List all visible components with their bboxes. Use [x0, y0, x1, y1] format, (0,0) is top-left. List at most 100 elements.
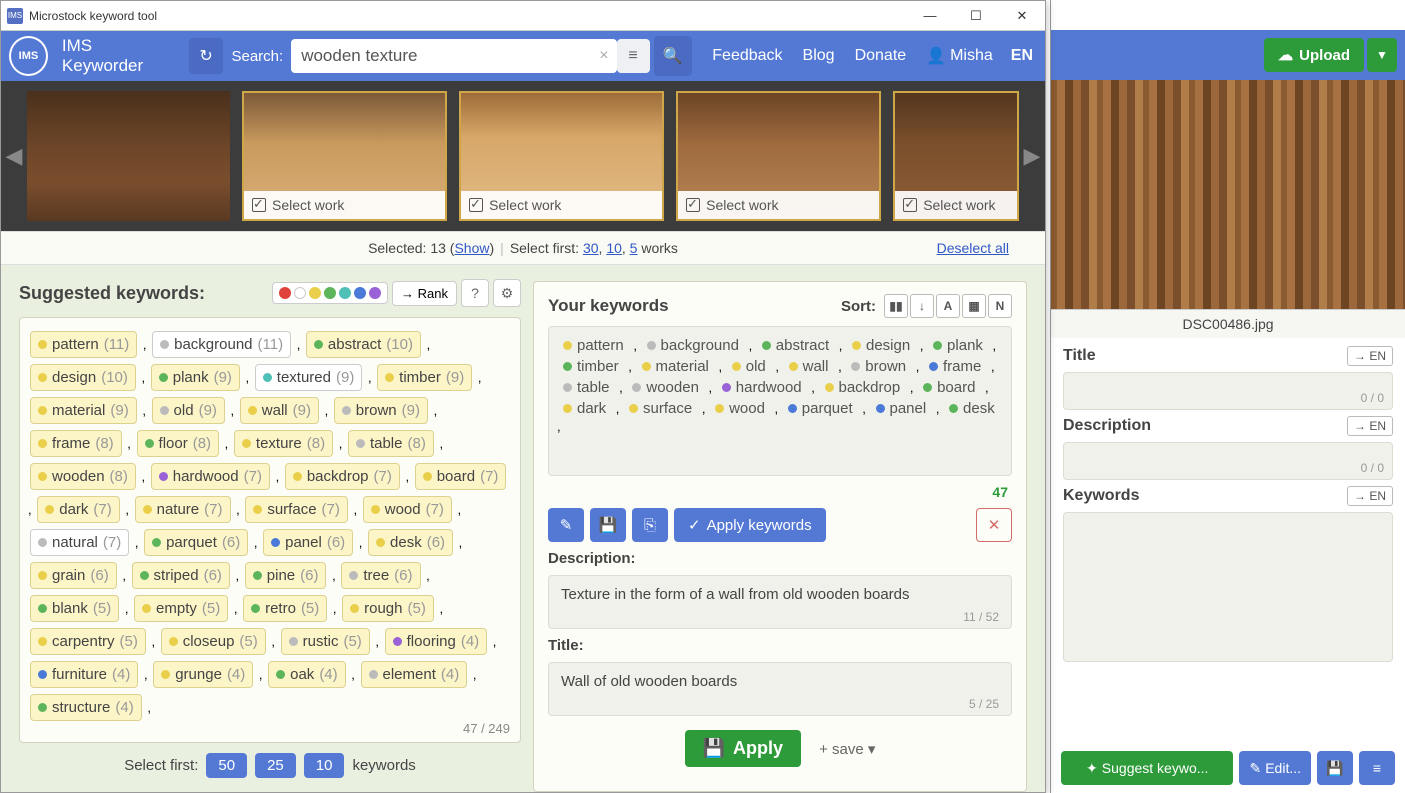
select-first-10-kw[interactable]: 10 — [304, 753, 345, 778]
apply-keywords-button[interactable]: ✓Apply keywords — [674, 508, 826, 542]
sort-down-button[interactable]: ↓ — [910, 294, 934, 318]
search-options-button[interactable]: ≡ — [617, 39, 650, 73]
deselect-all-link[interactable]: Deselect all — [937, 240, 1009, 256]
carousel-prev[interactable]: ◀ — [1, 81, 27, 231]
your-keyword-tag[interactable]: pattern — [557, 335, 630, 356]
delete-keywords-button[interactable]: ✕ — [976, 508, 1012, 542]
keyword-tag[interactable]: empty(5) — [134, 595, 228, 622]
save-icon-button[interactable]: 💾 — [1317, 751, 1353, 785]
your-keyword-tag[interactable]: panel — [870, 398, 933, 419]
keyword-tag[interactable]: old(9) — [152, 397, 225, 424]
keyword-tag[interactable]: closeup(5) — [161, 628, 266, 655]
refresh-button[interactable]: ↻ — [189, 38, 224, 74]
user-menu[interactable]: 👤Misha — [926, 46, 993, 66]
save-keywords-button[interactable]: 💾 — [590, 508, 626, 542]
select-first-25[interactable]: 25 — [255, 753, 296, 778]
suggested-tags-list[interactable]: pattern(11) , background(11) , abstract(… — [19, 317, 521, 743]
keyword-tag[interactable]: wooden(8) — [30, 463, 136, 490]
keyword-tag[interactable]: table(8) — [348, 430, 434, 457]
keyword-tag[interactable]: natural(7) — [30, 529, 129, 556]
select-checkbox[interactable] — [469, 198, 483, 212]
thumbnail[interactable]: Select work — [459, 91, 664, 221]
keyword-tag[interactable]: surface(7) — [245, 496, 348, 523]
keyword-tag[interactable]: material(9) — [30, 397, 137, 424]
sort-n-button[interactable]: N — [988, 294, 1012, 318]
keyword-tag[interactable]: dark(7) — [37, 496, 120, 523]
sort-grid-button[interactable]: ▦ — [962, 294, 986, 318]
your-tags-list[interactable]: pattern , background , abstract , design… — [548, 326, 1012, 476]
your-keyword-tag[interactable]: abstract — [756, 335, 835, 356]
thumbnail[interactable]: Select work — [242, 91, 447, 221]
description-translate-button[interactable]: → EN — [1347, 416, 1393, 436]
keyword-tag[interactable]: rustic(5) — [281, 628, 370, 655]
keyword-tag[interactable]: flooring(4) — [385, 628, 488, 655]
minimize-button[interactable]: — — [907, 1, 953, 31]
your-keyword-tag[interactable]: wood — [709, 398, 771, 419]
your-keyword-tag[interactable]: wooden — [626, 377, 705, 398]
keyword-tag[interactable]: timber(9) — [377, 364, 472, 391]
upload-button[interactable]: ☁ Upload — [1264, 38, 1364, 72]
carousel-next[interactable]: ▶ — [1019, 81, 1045, 231]
description-input[interactable]: 0 / 0 — [1063, 442, 1393, 480]
your-keyword-tag[interactable]: material — [636, 356, 715, 377]
your-keyword-tag[interactable]: surface — [623, 398, 698, 419]
your-keyword-tag[interactable]: hardwood — [716, 377, 808, 398]
keyword-tag[interactable]: oak(4) — [268, 661, 346, 688]
your-keyword-tag[interactable]: dark — [557, 398, 612, 419]
keyword-tag[interactable]: design(10) — [30, 364, 136, 391]
your-keyword-tag[interactable]: parquet — [782, 398, 859, 419]
your-keyword-tag[interactable]: frame — [923, 356, 987, 377]
thumbnail[interactable]: Select work — [893, 91, 1019, 221]
select-first-30[interactable]: 30 — [583, 240, 599, 256]
select-checkbox[interactable] — [903, 198, 917, 212]
edit-button[interactable]: ✎Edit... — [1239, 751, 1311, 785]
blog-link[interactable]: Blog — [803, 47, 835, 65]
apply-button[interactable]: 💾Apply — [685, 730, 801, 767]
keyword-tag[interactable]: brown(9) — [334, 397, 428, 424]
keyword-tag[interactable]: retro(5) — [243, 595, 327, 622]
clear-search-button[interactable]: × — [591, 47, 616, 65]
keyword-tag[interactable]: carpentry(5) — [30, 628, 146, 655]
show-link[interactable]: Show — [454, 240, 489, 256]
close-button[interactable]: ✕ — [999, 1, 1045, 31]
sort-alpha-button[interactable]: A — [936, 294, 960, 318]
keyword-tag[interactable]: nature(7) — [135, 496, 231, 523]
keyword-tag[interactable]: pine(6) — [245, 562, 327, 589]
keyword-tag[interactable]: textured(9) — [255, 364, 363, 391]
select-checkbox[interactable] — [686, 198, 700, 212]
keyword-tag[interactable]: board(7) — [415, 463, 507, 490]
keyword-tag[interactable]: texture(8) — [234, 430, 333, 457]
feedback-link[interactable]: Feedback — [712, 47, 782, 65]
keyword-tag[interactable]: abstract(10) — [306, 331, 421, 358]
suggest-keywords-button[interactable]: ✦Suggest keywo... — [1061, 751, 1233, 785]
settings-button[interactable]: ⚙ — [493, 279, 521, 307]
keyword-tag[interactable]: panel(6) — [263, 529, 353, 556]
keyword-tag[interactable]: structure(4) — [30, 694, 142, 721]
donate-link[interactable]: Donate — [855, 47, 907, 65]
copy-keywords-button[interactable]: ⎘ — [632, 508, 668, 542]
menu-icon-button[interactable]: ≡ — [1359, 751, 1395, 785]
help-button[interactable]: ? — [461, 279, 489, 307]
your-keyword-tag[interactable]: board — [917, 377, 981, 398]
keyword-tag[interactable]: striped(6) — [132, 562, 230, 589]
your-keyword-tag[interactable]: plank — [927, 335, 989, 356]
title-input[interactable]: 0 / 0 — [1063, 372, 1393, 410]
upload-dropdown[interactable]: ▼ — [1367, 38, 1397, 72]
keyword-tag[interactable]: desk(6) — [368, 529, 453, 556]
maximize-button[interactable]: ☐ — [953, 1, 999, 31]
keyword-tag[interactable]: grunge(4) — [153, 661, 253, 688]
description-box[interactable]: Texture in the form of a wall from old w… — [548, 575, 1012, 629]
your-keyword-tag[interactable]: desk — [943, 398, 1001, 419]
keyword-tag[interactable]: wall(9) — [240, 397, 319, 424]
your-keyword-tag[interactable]: old — [726, 356, 772, 377]
keyword-tag[interactable]: plank(9) — [151, 364, 240, 391]
your-keyword-tag[interactable]: background — [641, 335, 745, 356]
keyword-tag[interactable]: furniture(4) — [30, 661, 138, 688]
keyword-tag[interactable]: grain(6) — [30, 562, 117, 589]
your-keyword-tag[interactable]: table — [557, 377, 616, 398]
keyword-tag[interactable]: floor(8) — [137, 430, 220, 457]
keyword-tag[interactable]: tree(6) — [341, 562, 420, 589]
your-keyword-tag[interactable]: wall — [783, 356, 835, 377]
keywords-input[interactable] — [1063, 512, 1393, 662]
search-input[interactable] — [291, 46, 591, 66]
